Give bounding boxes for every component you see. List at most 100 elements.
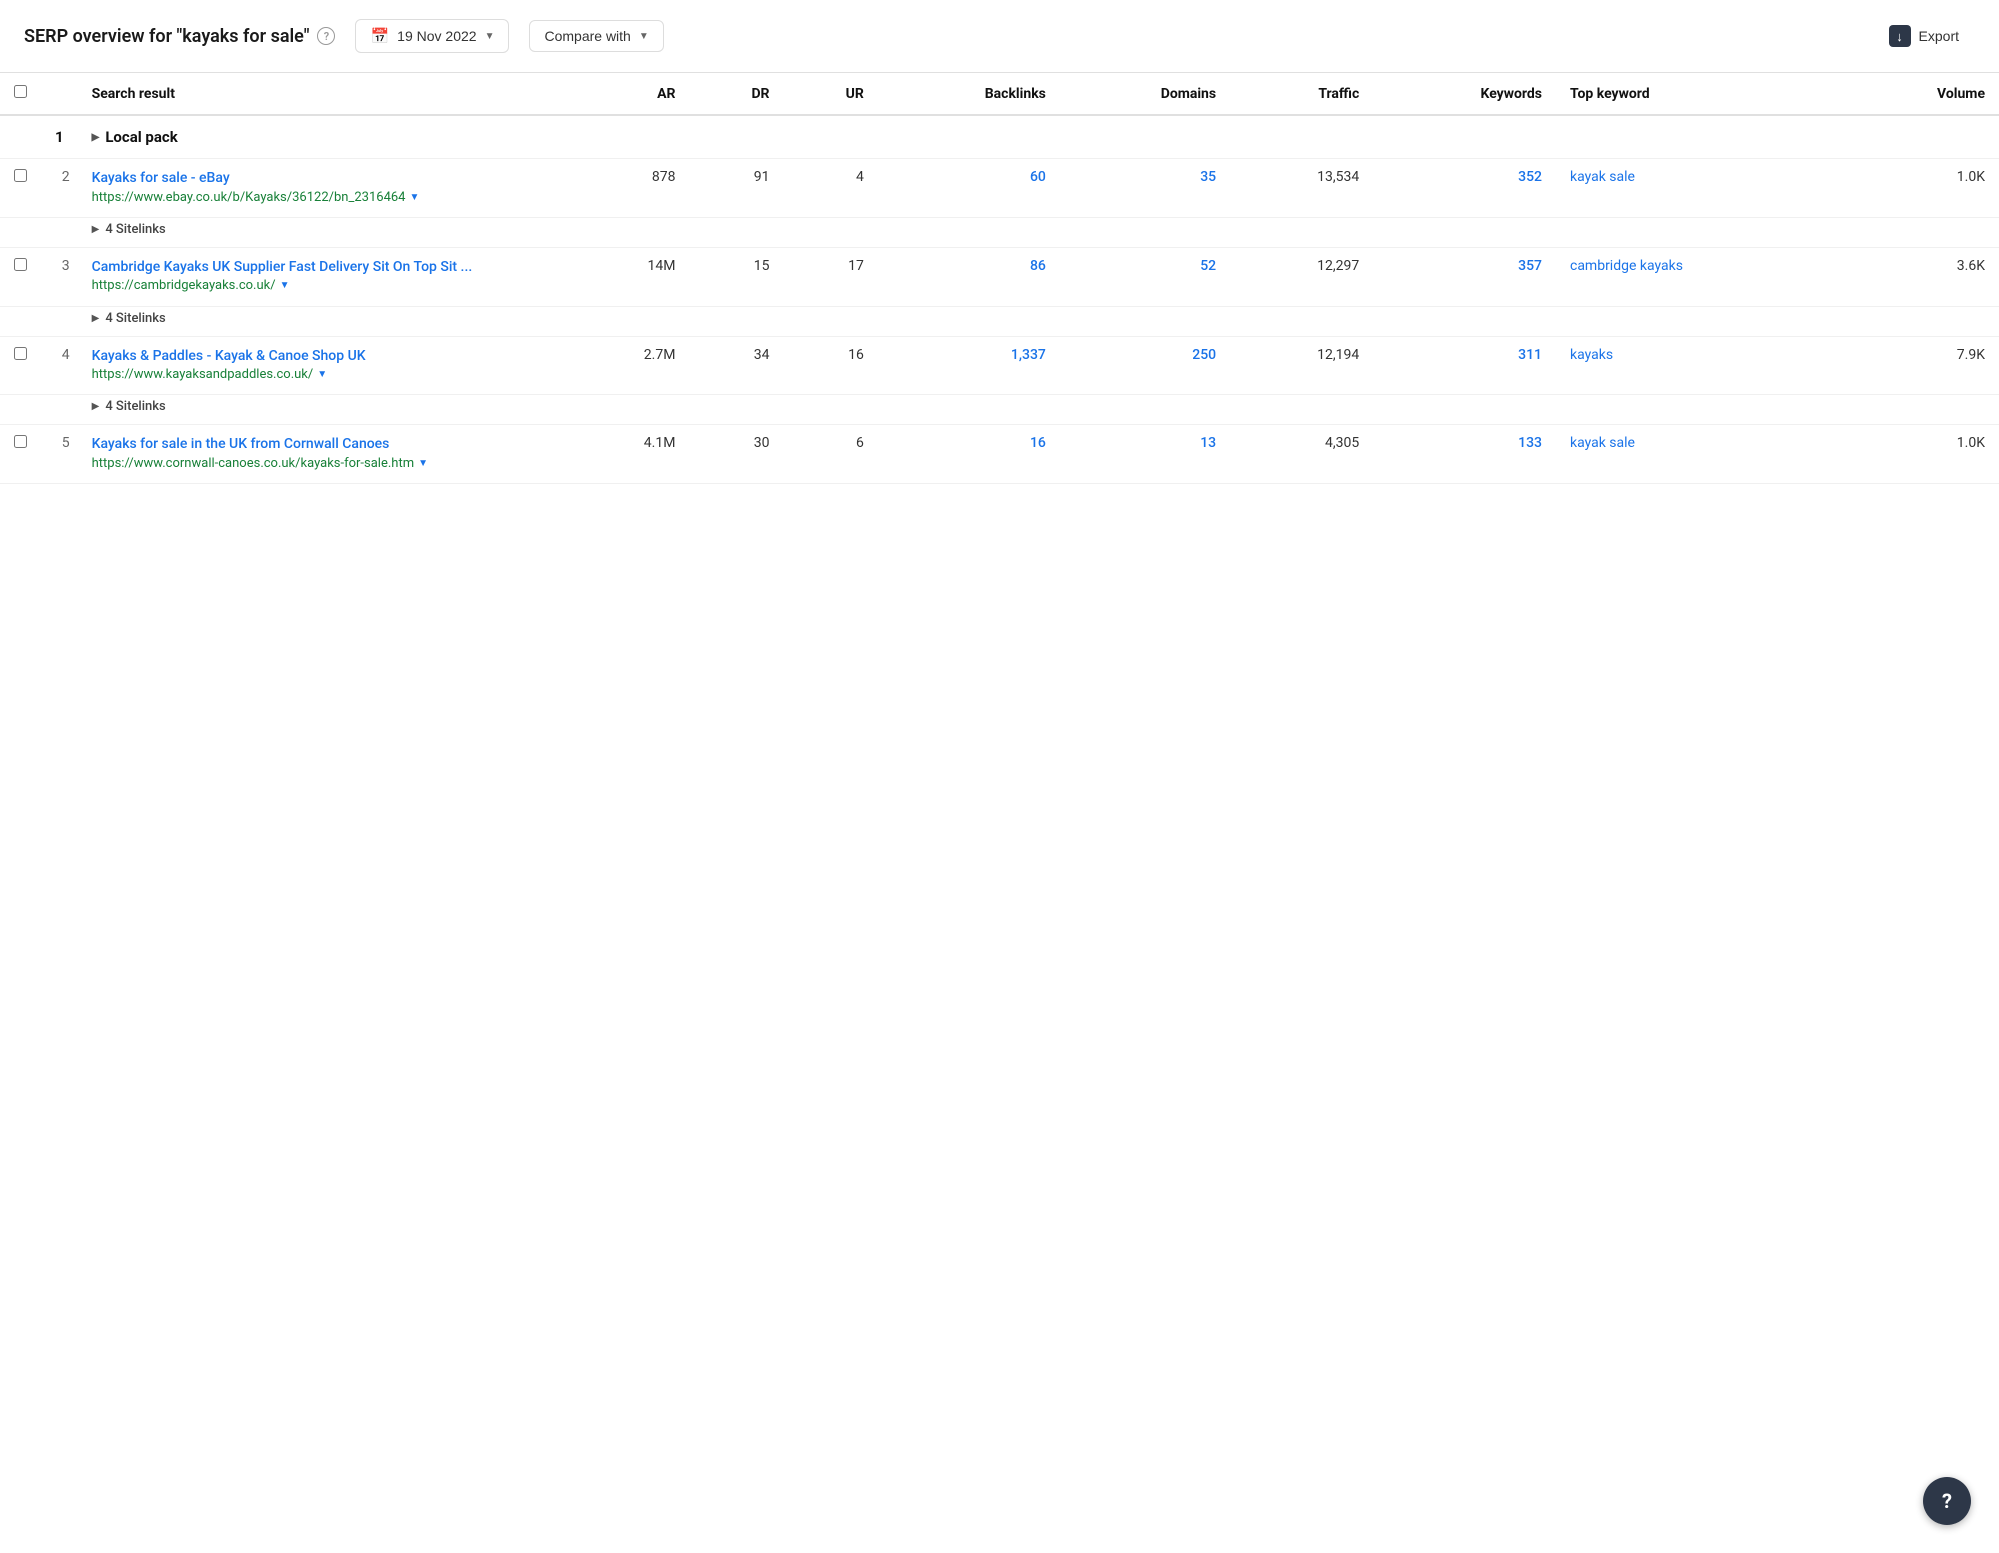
compare-label: Compare with	[544, 28, 630, 44]
row-domains[interactable]: 13	[1060, 425, 1230, 484]
date-label: 19 Nov 2022	[397, 28, 476, 44]
col-header-checkbox	[0, 73, 41, 115]
row-checkbox[interactable]	[14, 169, 27, 182]
col-header-domains: Domains	[1060, 73, 1230, 115]
row-volume: 3.6K	[1844, 247, 1999, 306]
result-url[interactable]: https://www.kayaksandpaddles.co.uk/▼	[92, 366, 554, 384]
col-header-ar: AR	[568, 73, 690, 115]
col-header-traffic: Traffic	[1230, 73, 1373, 115]
local-pack-arrow-icon: ▶	[92, 132, 100, 143]
row-backlinks[interactable]: 16	[878, 425, 1060, 484]
row-checkbox-cell[interactable]	[0, 336, 41, 395]
row-keywords[interactable]: 311	[1373, 336, 1556, 395]
calendar-icon: 📅	[370, 27, 389, 45]
row-top-keyword[interactable]: kayak sale	[1556, 159, 1844, 218]
row-volume: 1.0K	[1844, 425, 1999, 484]
url-dropdown-icon[interactable]: ▼	[410, 191, 420, 205]
row-checkbox-cell[interactable]	[0, 159, 41, 218]
export-label: Export	[1919, 28, 1959, 44]
col-header-ur: UR	[784, 73, 878, 115]
select-all-checkbox[interactable]	[14, 85, 27, 98]
compare-chevron-icon: ▼	[639, 31, 649, 42]
row-checkbox-cell[interactable]	[0, 425, 41, 484]
result-title[interactable]: Cambridge Kayaks UK Supplier Fast Delive…	[92, 258, 554, 278]
row-rank: 4	[41, 336, 78, 395]
row-checkbox[interactable]	[14, 258, 27, 271]
sitelinks-expand[interactable]: ▶ 4 Sitelinks	[92, 311, 1985, 326]
row-keywords[interactable]: 352	[1373, 159, 1556, 218]
result-url[interactable]: https://www.cornwall-canoes.co.uk/kayaks…	[92, 455, 554, 473]
result-title[interactable]: Kayaks for sale in the UK from Cornwall …	[92, 435, 554, 455]
row-ur: 6	[784, 425, 878, 484]
row-domains[interactable]: 52	[1060, 247, 1230, 306]
sitelinks-rank-cell	[41, 217, 78, 247]
row-checkbox-cell[interactable]	[0, 247, 41, 306]
sitelinks-arrow-icon: ▶	[92, 313, 100, 324]
row-domains[interactable]: 250	[1060, 336, 1230, 395]
row-checkbox[interactable]	[14, 347, 27, 360]
row-backlinks[interactable]: 86	[878, 247, 1060, 306]
local-pack-row: 1 ▶ Local pack	[0, 115, 1999, 159]
row-ar: 14M	[568, 247, 690, 306]
sitelinks-row: ▶ 4 Sitelinks	[0, 395, 1999, 425]
url-dropdown-icon[interactable]: ▼	[280, 279, 290, 293]
row-top-keyword[interactable]: kayak sale	[1556, 425, 1844, 484]
row-backlinks[interactable]: 60	[878, 159, 1060, 218]
col-header-keywords: Keywords	[1373, 73, 1556, 115]
row-checkbox[interactable]	[14, 435, 27, 448]
url-dropdown-icon[interactable]: ▼	[418, 457, 428, 471]
table-header-row: Search result AR DR UR Backlinks Domains	[0, 73, 1999, 115]
local-pack-expand[interactable]: ▶ Local pack	[92, 128, 1985, 146]
date-chevron-icon: ▼	[485, 31, 495, 42]
col-header-volume: Volume	[1844, 73, 1999, 115]
sitelinks-checkbox-cell	[0, 395, 41, 425]
local-pack-checkbox-cell	[0, 115, 41, 159]
title-text: SERP overview for "kayaks for sale"	[24, 26, 309, 47]
compare-with-button[interactable]: Compare with ▼	[529, 20, 663, 52]
row-search-result: Kayaks for sale in the UK from Cornwall …	[78, 425, 568, 484]
sitelinks-cell: ▶ 4 Sitelinks	[78, 306, 1999, 336]
row-domains[interactable]: 35	[1060, 159, 1230, 218]
row-rank: 2	[41, 159, 78, 218]
sitelinks-checkbox-cell	[0, 306, 41, 336]
row-volume: 1.0K	[1844, 159, 1999, 218]
row-traffic: 12,194	[1230, 336, 1373, 395]
sitelinks-rank-cell	[41, 395, 78, 425]
row-top-keyword[interactable]: cambridge kayaks	[1556, 247, 1844, 306]
row-traffic: 4,305	[1230, 425, 1373, 484]
help-fab-button[interactable]: ?	[1923, 1477, 1971, 1525]
row-search-result: Kayaks & Paddles - Kayak & Canoe Shop UK…	[78, 336, 568, 395]
local-pack-cell: ▶ Local pack	[78, 115, 1999, 159]
export-button[interactable]: ↓ Export	[1873, 18, 1975, 54]
row-ar: 2.7M	[568, 336, 690, 395]
table-row: 3 Cambridge Kayaks UK Supplier Fast Deli…	[0, 247, 1999, 306]
row-traffic: 13,534	[1230, 159, 1373, 218]
help-fab-icon: ?	[1942, 1489, 1952, 1513]
sitelinks-cell: ▶ 4 Sitelinks	[78, 395, 1999, 425]
result-title[interactable]: Kayaks for sale - eBay	[92, 169, 554, 189]
date-picker-button[interactable]: 📅 19 Nov 2022 ▼	[355, 19, 509, 53]
row-ur: 4	[784, 159, 878, 218]
local-pack-rank: 1	[41, 115, 78, 159]
row-backlinks[interactable]: 1,337	[878, 336, 1060, 395]
row-traffic: 12,297	[1230, 247, 1373, 306]
row-ur: 16	[784, 336, 878, 395]
result-title[interactable]: Kayaks & Paddles - Kayak & Canoe Shop UK	[92, 347, 554, 367]
sitelinks-label-text: 4 Sitelinks	[105, 399, 165, 414]
serp-table: Search result AR DR UR Backlinks Domains	[0, 73, 1999, 484]
page-header: SERP overview for "kayaks for sale" ? 📅 …	[0, 0, 1999, 73]
row-ar: 4.1M	[568, 425, 690, 484]
row-keywords[interactable]: 357	[1373, 247, 1556, 306]
col-header-search-result: Search result	[78, 73, 568, 115]
sitelinks-expand[interactable]: ▶ 4 Sitelinks	[92, 399, 1985, 414]
row-keywords[interactable]: 133	[1373, 425, 1556, 484]
url-dropdown-icon[interactable]: ▼	[317, 368, 327, 382]
row-top-keyword[interactable]: kayaks	[1556, 336, 1844, 395]
row-rank: 5	[41, 425, 78, 484]
serp-table-container: Search result AR DR UR Backlinks Domains	[0, 73, 1999, 484]
result-url[interactable]: https://www.ebay.co.uk/b/Kayaks/36122/bn…	[92, 189, 554, 207]
row-search-result: Cambridge Kayaks UK Supplier Fast Delive…	[78, 247, 568, 306]
result-url[interactable]: https://cambridgekayaks.co.uk/▼	[92, 277, 554, 295]
sitelinks-expand[interactable]: ▶ 4 Sitelinks	[92, 222, 1985, 237]
title-help-icon[interactable]: ?	[317, 27, 335, 45]
